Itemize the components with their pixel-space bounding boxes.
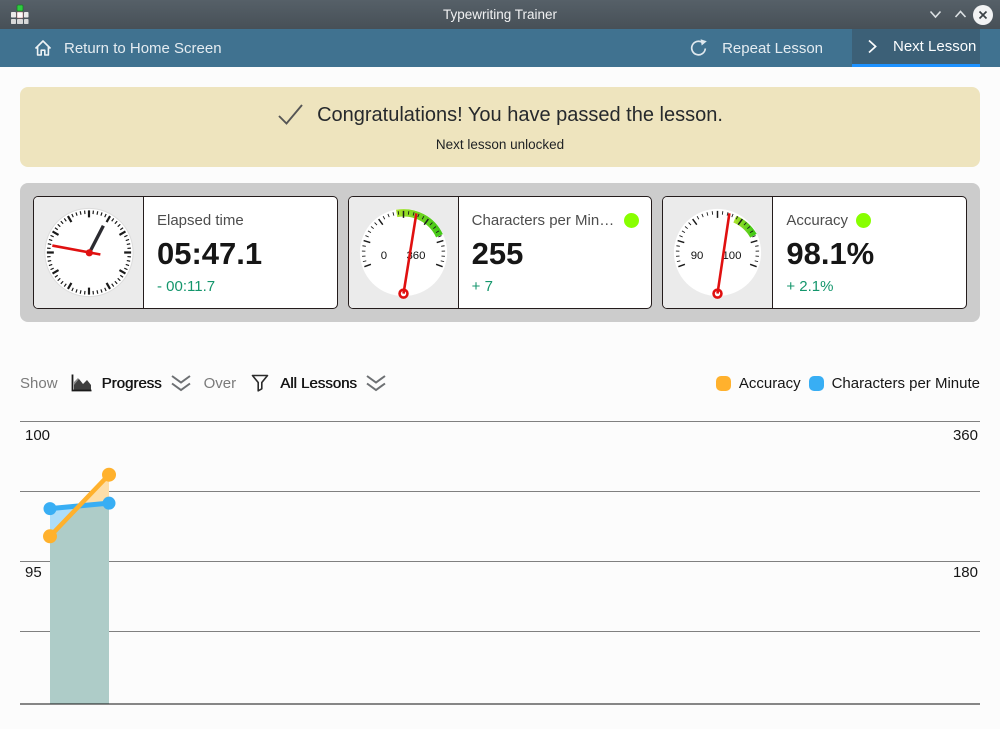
window-close-button[interactable]: [973, 5, 993, 25]
progress-chart: 100 95 360 180: [0, 405, 1000, 729]
gauge-min-label: 90: [691, 250, 704, 262]
elapsed-time-card: Elapsed time 05:47.1 - 00:11.7: [33, 196, 338, 309]
banner-subtitle: Next lesson unlocked: [20, 137, 980, 152]
cpm-gauge-image: 0 360: [349, 197, 459, 308]
return-home-button[interactable]: Return to Home Screen: [0, 29, 222, 67]
window-title: Typewriting Trainer: [0, 7, 1000, 22]
y-right-tick-180: 180: [953, 564, 978, 581]
chart-plot: [43, 468, 116, 704]
refresh-icon: [688, 38, 709, 59]
repeat-lesson-label: Repeat Lesson: [722, 40, 823, 57]
chevron-right-icon: [867, 39, 878, 54]
cpm-value: 255: [472, 236, 640, 272]
gauge-icon: 0 360: [349, 197, 458, 308]
return-home-label: Return to Home Screen: [64, 40, 222, 57]
gauge-min-label: 0: [380, 250, 386, 262]
accuracy-gauge-image: 90 100: [663, 197, 773, 308]
card-title: Accuracy: [786, 212, 848, 229]
y-left-tick-100: 100: [25, 427, 50, 444]
cpm-legend-swatch: [809, 376, 824, 391]
area-chart-icon: [70, 373, 92, 393]
banner-title: Congratulations! You have passed the les…: [317, 104, 723, 127]
checkmark-icon: [277, 103, 304, 127]
y-right-tick-360: 360: [953, 427, 978, 444]
accuracy-card: 90 100 Accuracy 98.1% + 2.1%: [662, 196, 967, 309]
pass-banner: Congratulations! You have passed the les…: [20, 87, 980, 167]
accuracy-delta: + 2.1%: [786, 278, 954, 295]
elapsed-time-value: 05:47.1: [157, 236, 325, 272]
gauge-icon: 90 100: [663, 197, 772, 308]
y-left-tick-95: 95: [25, 564, 42, 581]
card-title: Characters per Minute: [472, 212, 617, 229]
cpm-legend-label: Characters per Minute: [832, 375, 980, 392]
status-dot: [856, 213, 871, 228]
progress-chart-svg: 100 95 360 180: [0, 405, 1000, 729]
double-chevron-down-icon[interactable]: [170, 374, 192, 392]
next-lesson-label: Next Lesson: [893, 38, 976, 55]
clock-image: [34, 197, 144, 308]
window-minimize-icon[interactable]: [929, 10, 942, 19]
titlebar: Typewriting Trainer: [0, 0, 1000, 29]
status-dot: [624, 213, 639, 228]
double-chevron-down-icon[interactable]: [365, 374, 387, 392]
stats-panel: Elapsed time 05:47.1 - 00:11.7 0 360: [20, 183, 980, 322]
accuracy-legend-swatch: [716, 376, 731, 391]
graph-type-select[interactable]: Progress: [102, 375, 162, 392]
accuracy-value: 98.1%: [786, 236, 954, 272]
cpm-card: 0 360 Characters per Minute 255 + 7: [348, 196, 653, 309]
card-title: Elapsed time: [157, 212, 244, 229]
gauge-max-label: 100: [723, 250, 742, 262]
toolbar: Return to Home Screen Repeat Lesson Next…: [0, 29, 1000, 67]
over-label: Over: [204, 375, 237, 392]
accuracy-legend-label: Accuracy: [739, 375, 801, 392]
app-icon: [8, 4, 29, 25]
elapsed-time-delta: - 00:11.7: [157, 278, 325, 295]
chart-legend: Accuracy Characters per Minute: [716, 375, 980, 392]
cpm-delta: + 7: [472, 278, 640, 295]
repeat-lesson-button[interactable]: Repeat Lesson: [688, 29, 823, 67]
clock-icon: [34, 197, 143, 308]
lesson-filter-select[interactable]: All Lessons: [280, 375, 357, 392]
filter-icon: [250, 373, 270, 393]
window-maximize-icon[interactable]: [954, 10, 967, 19]
show-label: Show: [20, 375, 58, 392]
close-icon: [978, 10, 988, 20]
next-lesson-button[interactable]: Next Lesson: [852, 29, 980, 67]
home-icon: [33, 38, 53, 58]
chart-controls: Show Progress Over All Lessons Accuracy …: [20, 370, 980, 396]
